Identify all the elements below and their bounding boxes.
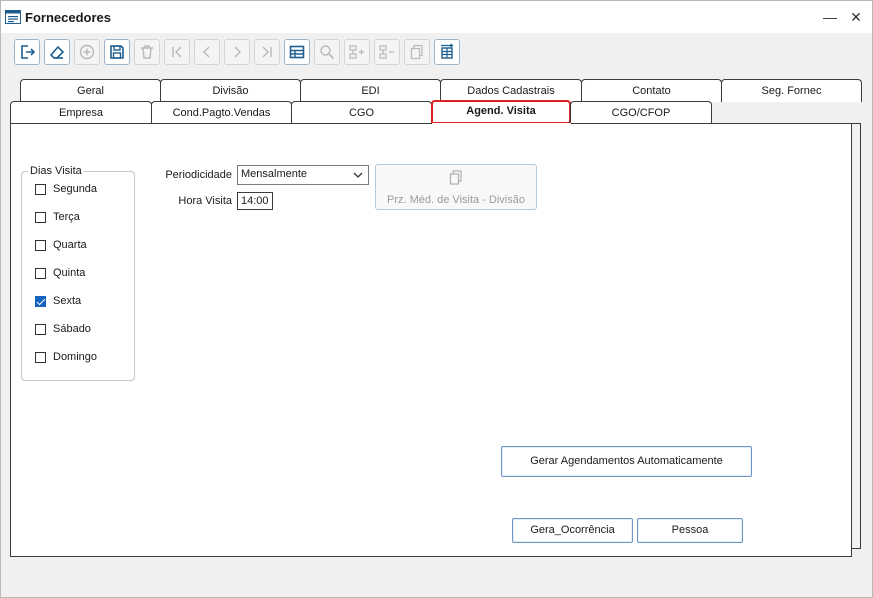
exit-button[interactable] — [14, 39, 40, 65]
checkbox-terca[interactable]: Terça — [35, 209, 80, 225]
insert-row-button[interactable] — [344, 39, 370, 65]
gera-ocorrencia-button[interactable]: Gera_Ocorrência — [512, 518, 633, 543]
transfer-icon — [441, 43, 454, 59]
next-record-icon — [234, 46, 241, 58]
remove-row-button[interactable] — [374, 39, 400, 65]
checkbox-label: Quarta — [53, 239, 87, 251]
minimize-icon: — — [823, 9, 837, 25]
copy-icon — [449, 170, 462, 185]
delete-button[interactable] — [134, 39, 160, 65]
panel-top-border-left — [10, 123, 432, 124]
tab-cgo-cfop[interactable]: CGO/CFOP — [570, 101, 712, 124]
checkbox-box[interactable] — [35, 267, 46, 279]
tab-geral[interactable]: Geral — [20, 79, 161, 102]
table-view-button[interactable] — [284, 39, 310, 65]
checkbox-sabado[interactable]: Sábado — [35, 321, 91, 337]
checkbox-label: Quinta — [53, 267, 86, 279]
tab-empresa[interactable]: Empresa — [10, 101, 152, 124]
tab-edi[interactable]: EDI — [300, 79, 441, 102]
copy-icon — [410, 44, 423, 60]
tab-divisao[interactable]: Divisão — [160, 79, 301, 102]
close-button[interactable]: ✕ — [844, 5, 868, 29]
checkbox-label: Segunda — [53, 183, 98, 195]
table-view-icon — [289, 45, 305, 59]
hora-visita-input[interactable]: 14:00 — [237, 192, 273, 210]
previous-record-icon — [203, 46, 210, 58]
window-title: Fornecedores — [25, 10, 111, 25]
checkbox-box[interactable] — [35, 211, 46, 223]
checkbox-segunda[interactable]: Segunda — [35, 181, 97, 197]
first-record-button[interactable] — [164, 39, 190, 65]
last-record-button[interactable] — [254, 39, 280, 65]
minimize-button[interactable]: — — [818, 5, 842, 29]
exit-icon — [21, 45, 36, 59]
insert-row-icon — [349, 45, 364, 59]
first-record-icon — [172, 46, 182, 58]
delete-icon — [141, 45, 153, 59]
panel-top-border-right — [571, 123, 852, 124]
app-window-icon — [5, 10, 21, 24]
close-icon: ✕ — [850, 9, 862, 25]
checkbox-domingo[interactable]: Domingo — [35, 349, 97, 365]
tab-cond-pagto-vendas[interactable]: Cond.Pagto.Vendas — [151, 101, 292, 124]
periodicidade-label: Periodicidade — [165, 169, 232, 181]
checkbox-box[interactable] — [35, 239, 46, 251]
checkbox-box[interactable] — [35, 183, 46, 195]
periodicidade-value: Mensalmente — [241, 168, 308, 180]
prz-medio-visita-label: Prz. Méd. de Visita - Divisão — [387, 194, 525, 206]
hora-visita-label: Hora Visita — [178, 195, 232, 207]
remove-row-icon — [379, 45, 394, 59]
dias-visita-title: Dias Visita — [28, 165, 84, 177]
checkbox-label: Terça — [53, 211, 80, 223]
title-bar: Fornecedores — ✕ — [1, 1, 872, 33]
checkbox-quinta[interactable]: Quinta — [35, 265, 85, 281]
checkbox-label: Sábado — [53, 323, 91, 335]
toolbar — [1, 33, 872, 71]
add-icon — [79, 44, 95, 60]
clear-button[interactable] — [44, 39, 70, 65]
prz-medio-visita-button[interactable]: Prz. Méd. de Visita - Divisão — [375, 164, 537, 210]
periodicidade-select[interactable]: Mensalmente — [237, 165, 369, 185]
transfer-button[interactable] — [434, 39, 460, 65]
tab-seg-fornec[interactable]: Seg. Fornec — [721, 79, 862, 102]
search-button[interactable] — [314, 39, 340, 65]
checkbox-quarta[interactable]: Quarta — [35, 237, 87, 253]
pessoa-button[interactable]: Pessoa — [637, 518, 743, 543]
gerar-agendamentos-button[interactable]: Gerar Agendamentos Automaticamente — [501, 446, 752, 477]
tab-agend-visita[interactable]: Agend. Visita — [431, 100, 571, 124]
eraser-icon — [49, 45, 65, 59]
tab-dados-cadastrais[interactable]: Dados Cadastrais — [440, 79, 582, 102]
previous-record-button[interactable] — [194, 39, 220, 65]
save-icon — [110, 45, 124, 59]
checkbox-label: Sexta — [53, 295, 82, 307]
last-record-icon — [262, 46, 272, 58]
search-icon — [320, 45, 335, 60]
add-button[interactable] — [74, 39, 100, 65]
chevron-down-icon — [353, 172, 363, 178]
checkbox-box[interactable] — [35, 323, 46, 335]
tab-contato[interactable]: Contato — [581, 79, 722, 102]
checkbox-sexta[interactable]: Sexta — [35, 293, 81, 309]
checkbox-box[interactable] — [35, 351, 46, 363]
save-button[interactable] — [104, 39, 130, 65]
checkbox-label: Domingo — [53, 351, 98, 363]
fornecedores-window: Fornecedores — ✕ Geral Divisão EDI Dados… — [0, 0, 873, 598]
checkbox-box-checked[interactable] — [35, 295, 46, 307]
tab-cgo[interactable]: CGO — [291, 101, 432, 124]
next-record-button[interactable] — [224, 39, 250, 65]
copy-button[interactable] — [404, 39, 430, 65]
